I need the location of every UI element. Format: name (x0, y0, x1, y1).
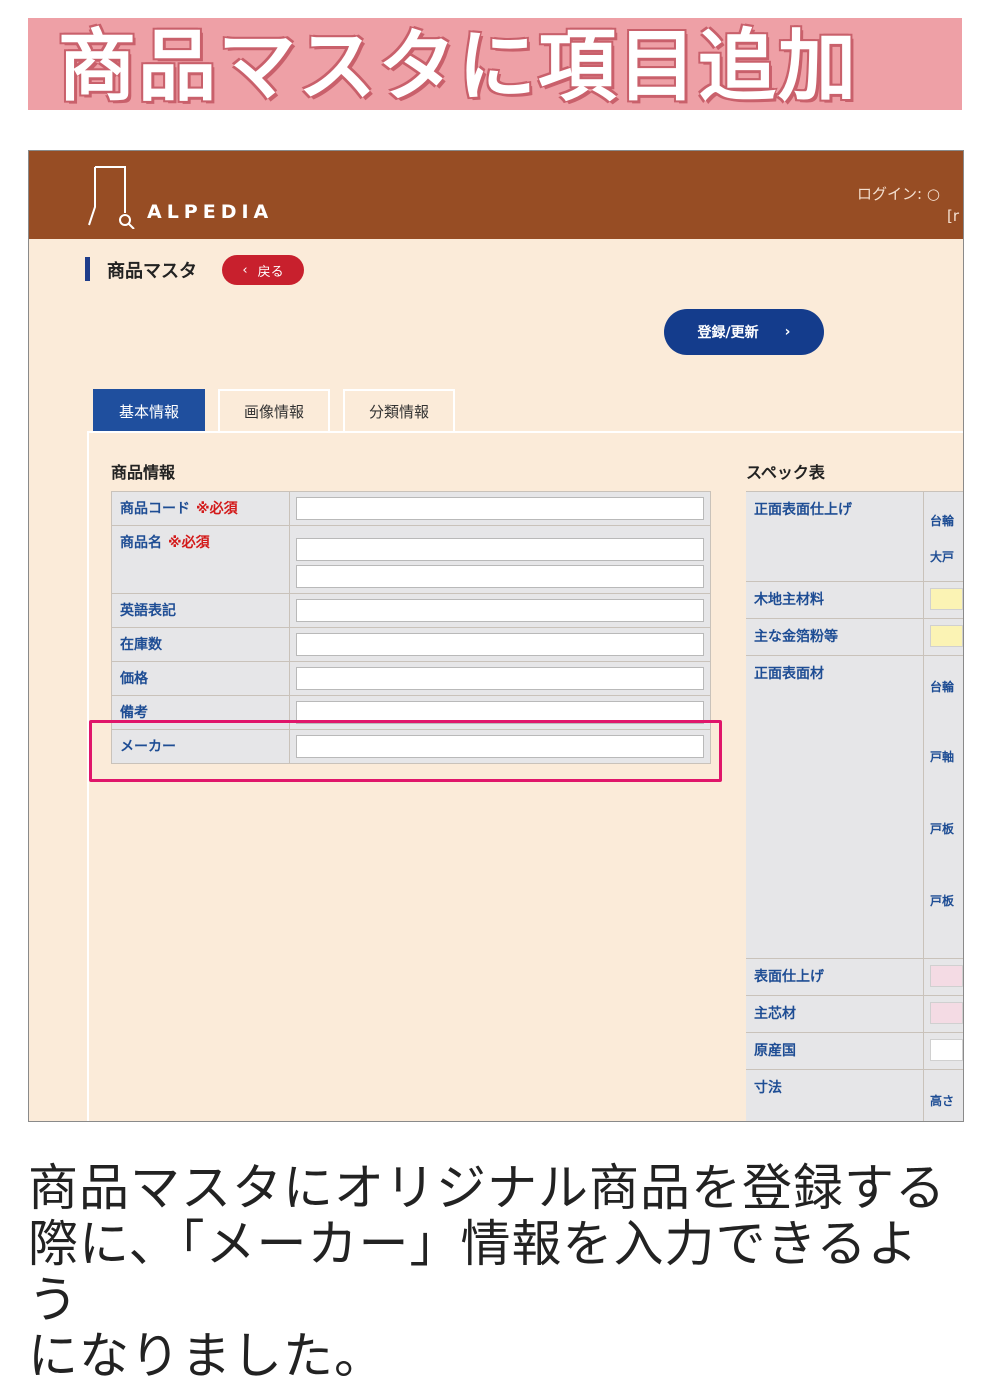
spec-label: 正面表面仕上げ (746, 492, 924, 581)
register-update-button[interactable]: 登録/更新 › (664, 309, 824, 355)
spec-input[interactable] (930, 1039, 963, 1061)
form-row-product-code: 商品コード ※必須 (112, 492, 710, 526)
tab-label: 画像情報 (243, 402, 304, 421)
page-title: 商品マスタ (107, 261, 197, 282)
english-name-input[interactable] (296, 599, 704, 622)
tab-label: 分類情報 (368, 402, 429, 421)
tab-category-info[interactable]: 分類情報 (343, 389, 455, 431)
spec-row: 木地主材料 (746, 582, 963, 619)
chevron-right-icon: › (784, 324, 791, 340)
price-input[interactable] (296, 667, 704, 690)
spec-label: 木地主材料 (746, 582, 924, 618)
spec-row: 原産国 (746, 1033, 963, 1070)
spec-table-title: スペック表 (746, 463, 825, 482)
form-label: 在庫数 (112, 628, 290, 661)
product-code-input[interactable] (296, 497, 704, 520)
product-name-input-2[interactable] (296, 565, 704, 588)
spec-row: 表面仕上げ (746, 959, 963, 996)
spec-table: 正面表面仕上げ 台輪 大戸 木地主材料 主な金箔粉等 正面表面材 台輪 戸軸 戸… (746, 491, 963, 1121)
back-button-label: 戻る (257, 264, 284, 280)
title-accent-bar (85, 257, 90, 281)
spec-sub-label: 高さ (930, 1094, 955, 1108)
form-label: 価格 (112, 662, 290, 695)
spec-label: 正面表面材 (746, 656, 924, 958)
form-row-product-name: 商品名 ※必須 (112, 526, 710, 594)
caption-line: 商品マスタにオリジナル商品を登録する (28, 1159, 946, 1217)
form-row-price: 価格 (112, 662, 710, 696)
app-header: ALPEDIA ログイン: ○ [r (29, 151, 963, 239)
caption-line: になりました。 (28, 1327, 385, 1385)
spec-sub-label: 戸軸 (930, 750, 955, 764)
maker-highlight-box (89, 720, 722, 782)
spec-label: 原産国 (746, 1033, 924, 1069)
app-screenshot: ALPEDIA ログイン: ○ [r 商品マスタ ‹ 戻る 登録/更新 › 基本… (28, 150, 964, 1122)
spec-row: 主芯材 (746, 996, 963, 1033)
spec-input[interactable] (930, 588, 963, 610)
alpedia-logo-icon (88, 166, 135, 229)
form-label: 商品名 ※必須 (112, 526, 290, 593)
login-label: ログイン: ○ (857, 185, 940, 203)
form-row-english-name: 英語表記 (112, 594, 710, 628)
spec-label: 表面仕上げ (746, 959, 924, 995)
spec-sub-label: 戸板 (930, 894, 955, 908)
caption-text: 商品マスタにオリジナル商品を登録する 際に、「メーカー」情報を入力できるよう に… (28, 1160, 968, 1384)
tab-basic-info[interactable]: 基本情報 (93, 389, 205, 431)
product-info-title: 商品情報 (111, 463, 176, 482)
spec-row: 正面表面仕上げ 台輪 大戸 (746, 492, 963, 582)
logo-text: ALPEDIA (147, 201, 274, 223)
stock-input[interactable] (296, 633, 704, 656)
login-user: [r (947, 207, 960, 225)
caption-line: 際に、「メーカー」情報を入力できるよう (28, 1215, 919, 1329)
spec-row: 寸法 高さ (746, 1070, 963, 1121)
spec-sub-label: 大戸 (930, 550, 955, 564)
tab-label: 基本情報 (118, 402, 179, 421)
title-banner: 商品マスタに項目追加 (28, 18, 962, 112)
spec-input[interactable] (930, 1002, 963, 1024)
product-name-input[interactable] (296, 538, 704, 561)
form-row-stock: 在庫数 (112, 628, 710, 662)
spec-input[interactable] (930, 965, 963, 987)
spec-row: 主な金箔粉等 (746, 619, 963, 656)
spec-row: 正面表面材 台輪 戸軸 戸板 戸板 (746, 656, 963, 959)
spec-input[interactable] (930, 625, 963, 647)
spec-label: 寸法 (746, 1070, 924, 1121)
back-button[interactable]: ‹ 戻る (222, 255, 304, 285)
tab-image-info[interactable]: 画像情報 (218, 389, 330, 431)
spec-sub-label: 台輪 (930, 680, 955, 694)
spec-label: 主な金箔粉等 (746, 619, 924, 655)
chevron-left-icon: ‹ (242, 262, 248, 278)
spec-sub-label: 戸板 (930, 822, 955, 836)
banner-title: 商品マスタに項目追加 (58, 22, 859, 112)
form-label: 商品コード ※必須 (112, 492, 290, 525)
spec-label: 主芯材 (746, 996, 924, 1032)
register-button-label: 登録/更新 (697, 325, 759, 341)
form-label: 英語表記 (112, 594, 290, 627)
spec-sub-label: 台輪 (930, 514, 955, 528)
